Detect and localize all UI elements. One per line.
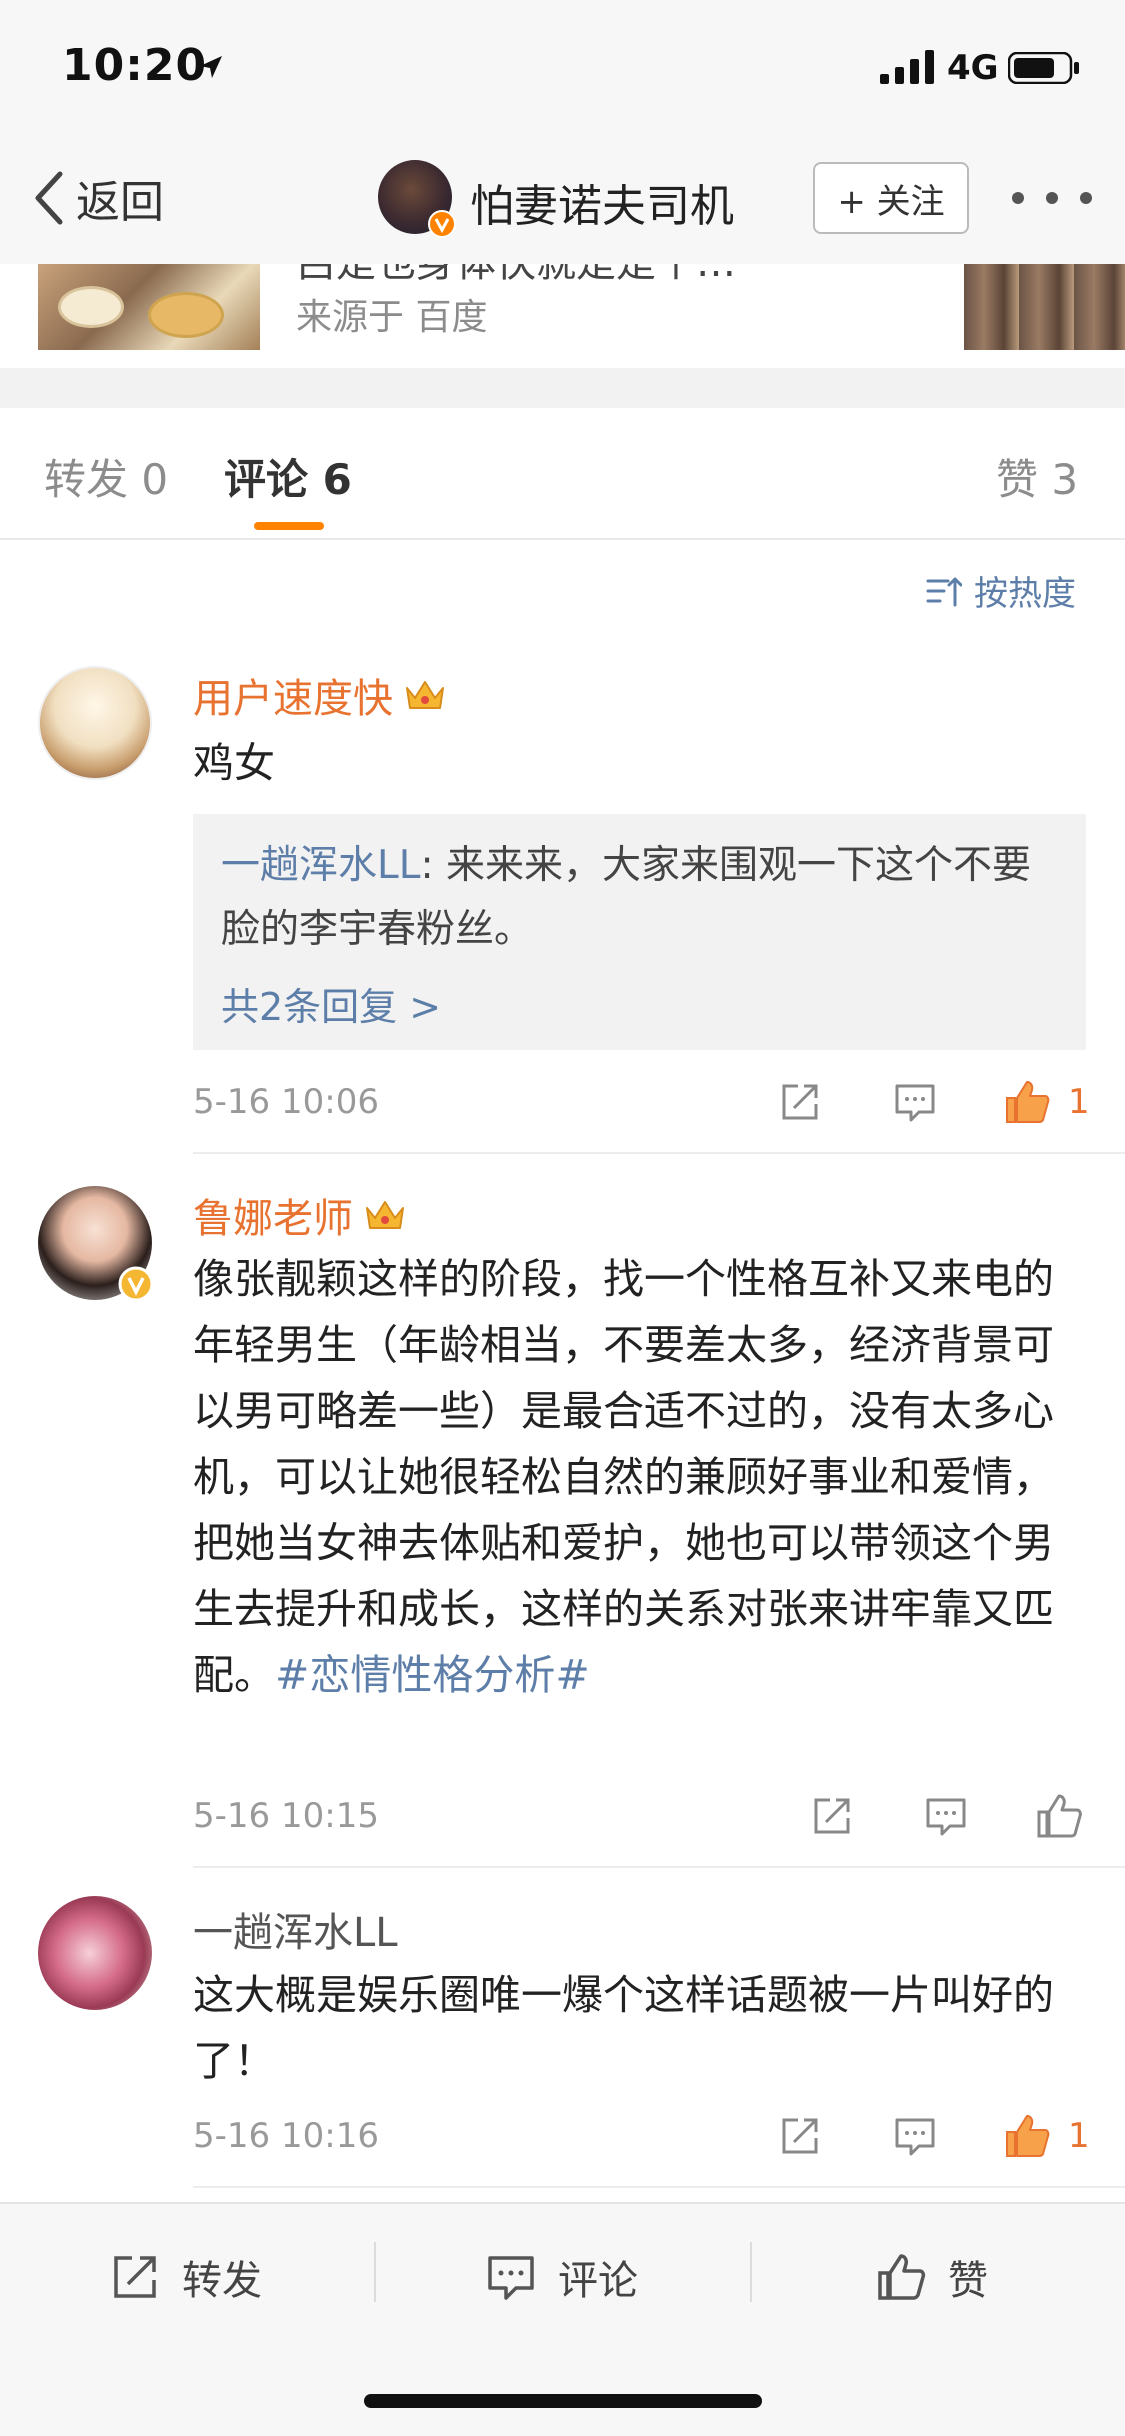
network-label: 4G [947, 48, 999, 88]
nav-bar: 返回 怕妻诺夫司机 + 关注 [0, 132, 1125, 264]
comment-text: 像张靓颖这样的阶段，找一个性格互补又来电的年轻男生（年龄相当，不要差太多，经济背… [193, 1246, 1073, 1708]
section-divider [0, 368, 1125, 408]
like-label: 赞 [948, 2258, 988, 2304]
comment-text: 这大概是娱乐圈唯一爆个这样话题被一片叫好的了！ [193, 1971, 1054, 2085]
username-text: 鲁娜老师 [193, 1196, 353, 1242]
home-indicator[interactable] [364, 2394, 762, 2408]
back-chevron-icon [35, 171, 63, 225]
comment-divider [193, 1152, 1125, 1154]
comment-username[interactable]: 一趟浑水LL [193, 1900, 398, 1958]
like-count: 1 [1068, 1082, 1090, 1122]
verified-badge-icon [118, 1266, 154, 1302]
active-tab-indicator [254, 522, 324, 530]
author-avatar[interactable] [378, 160, 456, 238]
author-name[interactable]: 怕妻诺夫司机 [470, 170, 734, 234]
tab-comments[interactable]: 评论 6 [224, 446, 352, 507]
avatar[interactable] [38, 666, 152, 780]
reply-line: 一趟浑水LL: 来来来，大家来围观一下这个不要脸的李宇春粉丝。 [221, 834, 1058, 962]
share-icon[interactable] [778, 1080, 822, 1124]
status-time: 10:20 [62, 40, 208, 91]
avatar[interactable] [38, 1186, 154, 1302]
share-icon[interactable] [810, 1794, 854, 1838]
signal-icon [880, 50, 934, 84]
thumbs-up-icon [878, 2254, 926, 2300]
toolbar-separator [750, 2242, 752, 2302]
back-label: 返回 [76, 177, 164, 228]
like-count: 1 [1068, 2116, 1090, 2156]
comment-icon[interactable] [924, 1794, 968, 1838]
toolbar-separator [374, 2242, 376, 2302]
side-thumbnail [964, 264, 1125, 350]
article-thumbnail [38, 264, 260, 350]
avatar[interactable] [38, 1896, 152, 2010]
like-button[interactable]: 赞 [876, 2248, 988, 2306]
comment-time: 5-16 10:16 [193, 2116, 379, 2156]
share-icon[interactable] [778, 2114, 822, 2158]
comment-label: 评论 [558, 2258, 638, 2304]
repost-label: 转发 [182, 2258, 262, 2304]
repost-button[interactable]: 转发 [110, 2248, 262, 2306]
tab-likes[interactable]: 赞 3 [996, 446, 1078, 507]
tab-repost[interactable]: 转发 0 [44, 446, 168, 507]
comment-icon [488, 2256, 534, 2300]
comment-time: 5-16 10:15 [193, 1796, 379, 1836]
follow-button[interactable]: + 关注 [813, 162, 969, 234]
comment-text: 鸡女 [193, 739, 275, 787]
view-replies-link[interactable]: 共2条回复 > [221, 976, 1058, 1031]
crown-icon [366, 1201, 404, 1229]
comment-divider [193, 1866, 1125, 1868]
thumbs-up-icon[interactable] [1003, 2112, 1051, 2160]
back-button[interactable]: 返回 [30, 168, 164, 228]
linked-article-card[interactable]: 吕是也身体快就是是个… 来源于 百度 [0, 264, 1125, 368]
sort-label: 按热度 [974, 574, 1076, 614]
comment-icon[interactable] [893, 1080, 937, 1124]
comment-username[interactable]: 鲁娜老师 [193, 1186, 407, 1244]
username-text: 用户速度快 [193, 676, 393, 722]
sort-icon [926, 577, 962, 606]
battery-icon [1008, 52, 1079, 84]
reply-username[interactable]: 一趟浑水LL [221, 843, 420, 888]
thumbs-up-icon[interactable] [1035, 1792, 1083, 1840]
verified-badge-icon [428, 210, 456, 238]
location-arrow-icon [200, 56, 222, 78]
more-options-icon[interactable] [1012, 188, 1092, 208]
comment-body: 像张靓颖这样的阶段，找一个性格互补又来电的年轻男生（年龄相当，不要差太多，经济背… [193, 1255, 1054, 1699]
article-source: 来源于 百度 [296, 297, 488, 338]
comment-time: 5-16 10:06 [193, 1082, 379, 1122]
thumbs-up-icon[interactable] [1003, 1078, 1051, 1126]
interaction-tabs: 转发 0 评论 6 赞 3 [0, 408, 1125, 540]
reply-preview-box[interactable]: 一趟浑水LL: 来来来，大家来围观一下这个不要脸的李宇春粉丝。 共2条回复 > [193, 814, 1086, 1050]
topic-hashtag-link[interactable]: #恋情性格分析# [275, 1651, 590, 1699]
crown-icon [406, 681, 444, 709]
article-title: 吕是也身体快就是是个… [296, 264, 736, 288]
comment-button[interactable]: 评论 [486, 2248, 638, 2306]
share-icon [114, 2256, 156, 2298]
status-bar: 10:20 4G [0, 0, 1125, 132]
comment-divider [193, 2186, 1125, 2188]
comment-icon[interactable] [893, 2114, 937, 2158]
comment-username[interactable]: 用户速度快 [193, 666, 447, 724]
sort-by-hot-button[interactable]: 按热度 [926, 566, 1076, 615]
